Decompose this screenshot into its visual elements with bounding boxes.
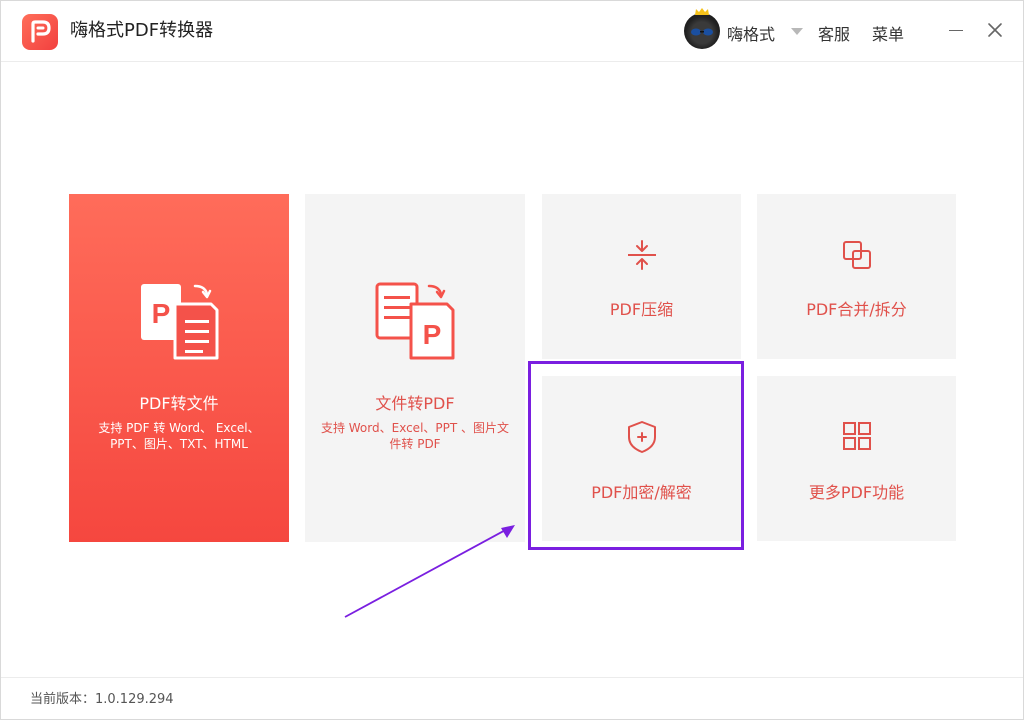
pdf-to-file-icon: P	[141, 284, 219, 360]
merge-icon	[843, 241, 871, 269]
file-to-pdf-icon: P	[375, 282, 455, 360]
minimize-icon[interactable]	[949, 30, 963, 31]
encrypt-decrypt-label: PDF加密/解密	[591, 483, 692, 502]
encrypt-decrypt-card[interactable]: PDF加密/解密	[542, 376, 741, 541]
compress-card[interactable]: PDF压缩	[542, 194, 741, 359]
file-to-pdf-label: 文件转PDF	[375, 394, 455, 413]
merge-split-label: PDF合并/拆分	[806, 300, 907, 319]
file-to-pdf-desc: 支持 Word、Excel、PPT 、图片文件转 PDF	[320, 421, 510, 451]
crown-icon	[695, 8, 709, 15]
svg-text:P: P	[152, 298, 171, 329]
svg-text:P: P	[423, 319, 442, 350]
grid-icon	[843, 422, 871, 450]
footer-divider	[1, 677, 1023, 678]
chevron-down-icon[interactable]	[791, 28, 803, 35]
user-avatar[interactable]	[684, 8, 720, 49]
shield-icon	[628, 421, 656, 453]
title-bar: 嗨格式PDF转换器 嗨格式 客服 菜单	[1, 1, 1023, 62]
annotation-arrow-icon	[344, 525, 515, 618]
service-button[interactable]: 客服	[818, 21, 850, 45]
pdf-to-file-card[interactable]: P PDF转文件 支持 PDF 转 Word、 Excel、PPT、图片、TXT…	[69, 194, 289, 542]
compress-label: PDF压缩	[609, 300, 674, 319]
pdf-logo-icon	[22, 14, 58, 50]
file-to-pdf-card[interactable]: P 文件转PDF 支持 Word、Excel、PPT 、图片文件转 PDF	[305, 194, 525, 542]
sunglasses-icon	[691, 28, 713, 36]
menu-button[interactable]: 菜单	[872, 21, 904, 45]
compress-icon	[628, 240, 656, 270]
app-title: 嗨格式PDF转换器	[70, 20, 214, 41]
close-icon[interactable]	[987, 22, 1003, 38]
more-features-label: 更多PDF功能	[808, 483, 905, 502]
version-label: 当前版本：1.0.129.294	[30, 692, 174, 707]
more-features-card[interactable]: 更多PDF功能	[757, 376, 956, 541]
app-window: 嗨格式PDF转换器 嗨格式 客服 菜单 P PDF转文件 支持 PDF 转 Wo…	[0, 0, 1024, 720]
pdf-to-file-label: PDF转文件	[139, 394, 219, 413]
username[interactable]: 嗨格式	[727, 21, 775, 45]
pdf-to-file-desc: 支持 PDF 转 Word、 Excel、PPT、图片、TXT、HTML	[98, 421, 260, 451]
merge-split-card[interactable]: PDF合并/拆分	[757, 194, 956, 359]
